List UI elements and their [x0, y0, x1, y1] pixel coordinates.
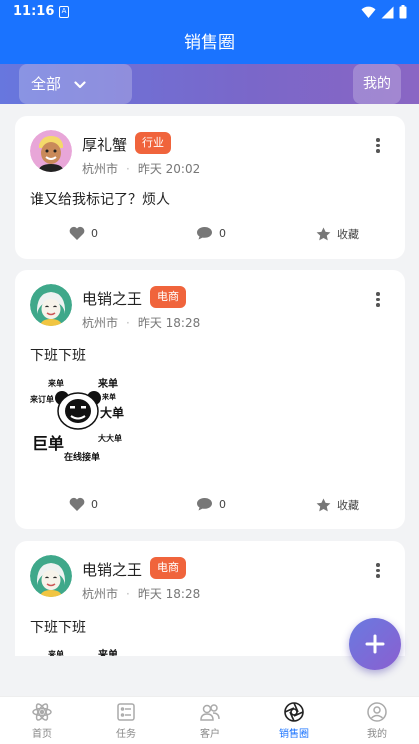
- page-title: 销售圈: [0, 24, 419, 64]
- meme-word: 大大单: [98, 434, 122, 443]
- nav-label: 首页: [32, 729, 52, 740]
- nav-item-task[interactable]: 任务: [84, 701, 168, 740]
- avatar[interactable]: [30, 284, 72, 326]
- post-image[interactable]: 来单 来单: [30, 641, 140, 656]
- meme-word: 来订单: [30, 395, 54, 404]
- post-city: 杭州市: [82, 162, 119, 176]
- post-time: 昨天 18:28: [137, 316, 201, 330]
- post-tag: 电商: [150, 557, 186, 579]
- post-time: 昨天 20:02: [137, 162, 201, 176]
- meme-word: 巨单: [32, 434, 65, 453]
- home-icon: [32, 703, 52, 721]
- more-options-icon[interactable]: [375, 292, 381, 309]
- nav-label: 任务: [116, 729, 136, 740]
- post-city: 杭州市: [82, 316, 119, 330]
- task-icon: [117, 703, 135, 721]
- post-city: 杭州市: [82, 587, 119, 601]
- star-icon: [316, 227, 331, 241]
- more-options-icon[interactable]: [375, 563, 381, 580]
- filter-all-dropdown[interactable]: 全部: [19, 64, 132, 104]
- post-meta: 杭州市 · 昨天 18:28: [82, 314, 200, 331]
- customer-icon: [200, 704, 220, 721]
- favorite-label: 收藏: [337, 228, 359, 241]
- comment-count: 0: [219, 226, 226, 240]
- filter-bar: 全部 我的: [0, 64, 419, 104]
- status-bar: 11:16 A: [0, 0, 419, 24]
- like-count: 0: [91, 497, 98, 511]
- post-tag: 行业: [135, 132, 171, 154]
- nav-item-sales-circle[interactable]: 销售圈: [252, 701, 336, 740]
- post-card[interactable]: 厚礼蟹 行业 杭州市 · 昨天 20:02 谁又给我标记了？烦人 0 0 收藏: [15, 116, 405, 259]
- nav-item-home[interactable]: 首页: [0, 701, 84, 740]
- nav-label: 我的: [367, 729, 387, 740]
- battery-icon: [399, 5, 407, 19]
- comment-icon: [197, 498, 212, 511]
- status-time: 11:16: [13, 4, 55, 19]
- nav-item-profile[interactable]: 我的: [335, 701, 419, 740]
- filter-all-label: 全部: [31, 75, 62, 93]
- favorite-button[interactable]: 收藏: [316, 226, 359, 242]
- star-icon: [316, 498, 331, 512]
- status-icons: [361, 5, 407, 19]
- heart-icon: [69, 226, 85, 240]
- nav-label: 客户: [200, 729, 220, 740]
- post-actions: 0 0 收藏: [15, 226, 405, 246]
- post-author[interactable]: 电销之王: [82, 288, 142, 309]
- like-button[interactable]: 0: [69, 497, 98, 511]
- post-time: 昨天 18:28: [137, 587, 201, 601]
- meme-word: 在线接单: [64, 453, 101, 463]
- profile-icon: [367, 702, 387, 722]
- meta-separator: ·: [126, 587, 130, 601]
- comment-button[interactable]: 0: [196, 226, 226, 240]
- signal-icon: [381, 6, 394, 18]
- meta-separator: ·: [126, 316, 130, 330]
- post-text: 谁又给我标记了？烦人: [30, 192, 170, 208]
- post-text: 下班下班: [30, 620, 86, 636]
- sim-icon: A: [59, 6, 69, 18]
- plus-icon: [365, 634, 385, 654]
- meme-word: 来单: [48, 650, 64, 656]
- favorite-label: 收藏: [337, 499, 359, 512]
- sales-circle-icon: [284, 702, 304, 722]
- comment-count: 0: [219, 497, 226, 511]
- bottom-nav: 首页 任务 客户 销售圈 我的: [0, 696, 419, 744]
- filter-mine-button[interactable]: 我的: [353, 64, 401, 104]
- like-count: 0: [91, 226, 98, 240]
- heart-icon: [69, 497, 85, 511]
- post-author[interactable]: 电销之王: [82, 559, 142, 580]
- nav-label: 销售圈: [279, 729, 309, 740]
- post-image[interactable]: 来单 来单 来订单 来单 大单 巨单 大大单 在线接单: [30, 370, 140, 470]
- avatar[interactable]: [30, 555, 72, 597]
- wifi-icon: [361, 6, 376, 18]
- favorite-button[interactable]: 收藏: [316, 497, 359, 513]
- post-tag: 电商: [150, 286, 186, 308]
- meta-separator: ·: [126, 162, 130, 176]
- add-post-button[interactable]: [349, 618, 401, 670]
- more-options-icon[interactable]: [375, 138, 381, 155]
- panda-face-icon: [55, 391, 101, 430]
- chevron-down-icon: [74, 80, 86, 88]
- post-card[interactable]: 电销之王 电商 杭州市 · 昨天 18:28 下班下班 来单 来单 来订单 来单 大…: [15, 270, 405, 529]
- comment-button[interactable]: 0: [196, 497, 226, 511]
- post-card[interactable]: 电销之王 电商 杭州市 · 昨天 18:28 下班下班 来单 来单: [15, 541, 405, 656]
- meme-word: 来单: [98, 650, 118, 656]
- comment-icon: [197, 227, 212, 240]
- avatar[interactable]: [30, 130, 72, 172]
- post-meta: 杭州市 · 昨天 20:02: [82, 160, 200, 177]
- meme-word: 大单: [100, 406, 125, 420]
- meme-word: 来单: [102, 393, 116, 401]
- post-text: 下班下班: [30, 348, 86, 364]
- post-meta: 杭州市 · 昨天 18:28: [82, 585, 200, 602]
- post-actions: 0 0 收藏: [15, 497, 405, 517]
- nav-item-customer[interactable]: 客户: [168, 701, 252, 740]
- post-author[interactable]: 厚礼蟹: [82, 134, 127, 155]
- like-button[interactable]: 0: [69, 226, 98, 240]
- post-feed[interactable]: 厚礼蟹 行业 杭州市 · 昨天 20:02 谁又给我标记了？烦人 0 0 收藏: [0, 104, 419, 656]
